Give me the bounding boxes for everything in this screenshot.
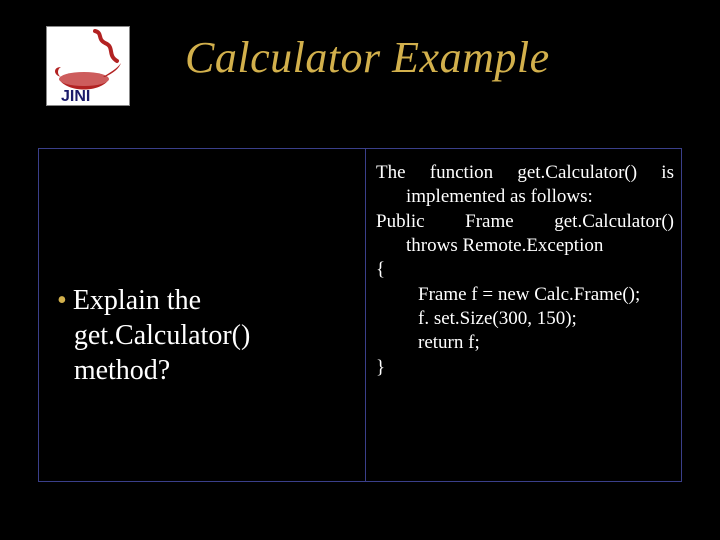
code-line-6: Frame f = new Calc.Frame(); — [376, 283, 674, 307]
bullet-dot-icon: • — [57, 285, 73, 316]
code-block: The function get.Calculator() is impleme… — [376, 161, 674, 380]
code-line-3: Public Frame get.Calculator() — [376, 210, 674, 234]
slide: JINI Calculator Example •Explain the • g… — [0, 0, 720, 540]
left-column: •Explain the • get.Calculator() • method… — [39, 149, 365, 481]
jini-logo-icon: JINI — [47, 27, 129, 105]
code-line-2: implemented as follows: — [376, 185, 674, 209]
code-line-7: f. set.Size(300, 150); — [376, 307, 674, 331]
content-box: •Explain the • get.Calculator() • method… — [38, 148, 682, 482]
jini-logo: JINI — [46, 26, 130, 106]
code-line-1: The function get.Calculator() is — [376, 161, 674, 185]
code-line-8: return f; — [376, 331, 674, 355]
code-line-4: throws Remote.Exception — [376, 234, 674, 258]
bullet-line-1: Explain the — [73, 285, 201, 316]
bullet-line-3: method? — [74, 355, 170, 386]
bullet-item: •Explain the • get.Calculator() • method… — [57, 283, 250, 388]
bullet-line-2: get.Calculator() — [74, 320, 250, 351]
right-column: The function get.Calculator() is impleme… — [366, 149, 682, 481]
code-line-9: } — [376, 356, 674, 380]
code-line-5: { — [376, 258, 674, 282]
slide-title: Calculator Example — [185, 32, 550, 83]
jini-logo-text: JINI — [61, 88, 90, 105]
